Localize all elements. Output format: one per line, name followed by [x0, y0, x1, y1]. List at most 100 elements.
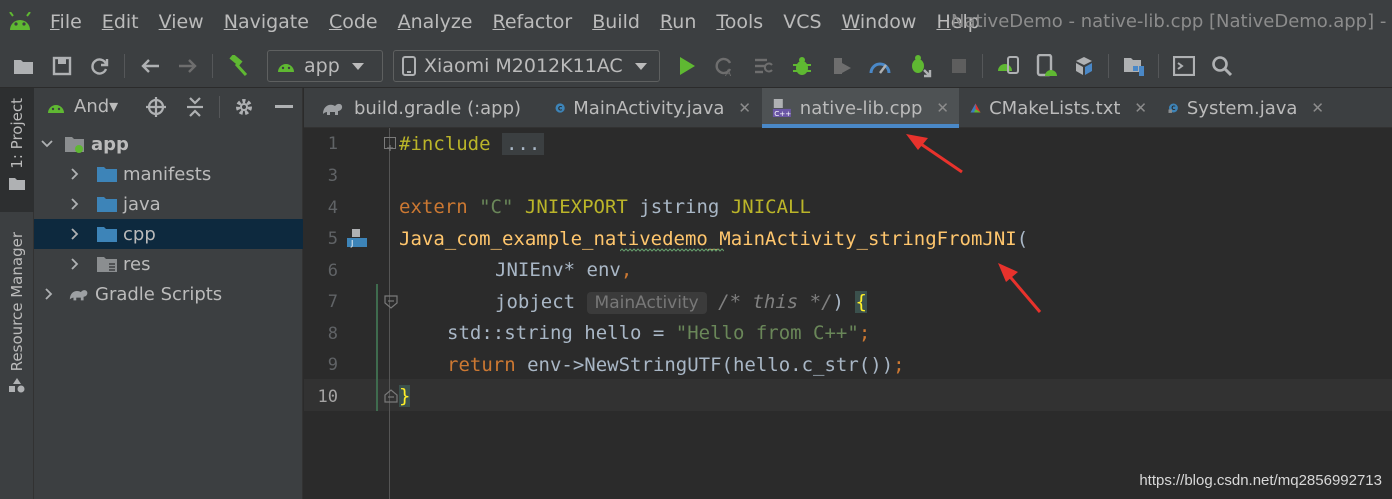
apply-code-changes-icon[interactable]: [752, 54, 776, 78]
project-structure-icon[interactable]: [1122, 54, 1146, 78]
minimize-icon[interactable]: [272, 95, 296, 119]
code-line-10: }: [399, 385, 411, 407]
menu-analyze[interactable]: Analyze: [388, 0, 483, 44]
chevron-down-icon: [634, 62, 647, 70]
tree-item-app[interactable]: app: [34, 129, 303, 159]
line-number: 1: [327, 134, 338, 154]
tab-native-lib-cpp[interactable]: C++ native-lib.cpp ✕: [762, 88, 959, 128]
collapse-all-icon[interactable]: [183, 95, 207, 119]
tree-item-java[interactable]: java: [34, 189, 303, 219]
close-icon[interactable]: ✕: [1134, 99, 1147, 117]
toolbar-separator: [982, 54, 983, 78]
menu-window[interactable]: Window: [832, 0, 927, 44]
tab-cmakelists[interactable]: CMakeLists.txt ✕: [960, 88, 1157, 128]
sync-icon[interactable]: [88, 54, 112, 78]
cmake-icon: [970, 103, 981, 113]
resource-manager-label: Resource Manager: [8, 232, 26, 372]
line-number: 9: [327, 355, 338, 375]
parameter-hint: MainActivity: [586, 292, 707, 314]
profile-icon[interactable]: [830, 54, 854, 78]
project-tool-tab[interactable]: 1: Project: [0, 88, 34, 212]
watermark-text: https://blog.csdn.net/mq2856992713: [1139, 472, 1382, 489]
toolbar-separator: [212, 54, 213, 78]
forward-arrow-icon[interactable]: [176, 54, 200, 78]
menu-tools[interactable]: Tools: [706, 0, 773, 44]
device-combo[interactable]: Xiaomi M2012K11AC: [393, 50, 660, 82]
menu-build[interactable]: Build: [582, 0, 650, 44]
folder-icon: [96, 224, 118, 244]
attach-debugger-icon[interactable]: [908, 54, 932, 78]
sdk-manager-icon[interactable]: [1072, 54, 1096, 78]
device-label: Xiaomi M2012K11AC: [424, 55, 623, 77]
jni-navigate-icon[interactable]: J: [346, 228, 368, 252]
avd-manager-icon[interactable]: [1034, 54, 1058, 78]
android-module-icon: [278, 64, 294, 72]
menu-refactor[interactable]: Refactor: [482, 0, 582, 44]
tree-item-label: manifests: [123, 163, 212, 185]
code-line-9: return env->NewStringUTF(hello.c_str());: [447, 354, 905, 376]
gear-icon[interactable]: [232, 95, 256, 119]
code-editor[interactable]: #include ... extern "C" JNIEXPORT jstrin…: [391, 128, 1392, 499]
tab-build-gradle[interactable]: build.gradle (:app): [310, 88, 560, 128]
chevron-down-icon: [351, 62, 364, 70]
editor-gutter: 1 3 4 5 6 7 8 9 10 J: [304, 128, 398, 499]
android-view-icon: [48, 105, 64, 113]
tree-item-manifests[interactable]: manifests: [34, 159, 303, 189]
toolbar-separator: [1108, 54, 1109, 78]
chevron-right-icon[interactable]: [68, 257, 82, 271]
code-line-1: #include ...: [399, 128, 545, 160]
editor-tab-bar: build.gradle (:app) C MainActivity.java …: [304, 88, 1392, 128]
debug-icon[interactable]: [790, 54, 814, 78]
typo-squiggle: [620, 248, 724, 252]
android-logo-icon: [0, 0, 40, 44]
close-icon[interactable]: ✕: [1311, 99, 1324, 117]
menu-run[interactable]: Run: [650, 0, 706, 44]
profiler-gauge-icon[interactable]: [868, 54, 892, 78]
close-icon[interactable]: ✕: [738, 99, 751, 117]
make-hammer-icon[interactable]: [226, 54, 250, 78]
line-number: 3: [327, 166, 338, 186]
save-icon[interactable]: [50, 54, 74, 78]
menu-vcs[interactable]: VCS: [773, 0, 831, 44]
run-config-combo[interactable]: app: [267, 50, 383, 82]
locate-icon[interactable]: [144, 95, 168, 119]
line-number: 10: [317, 387, 338, 407]
search-icon[interactable]: [1210, 54, 1234, 78]
menu-edit[interactable]: Edit: [92, 0, 149, 44]
tree-item-label: cpp: [123, 223, 156, 245]
chevron-right-icon[interactable]: [42, 287, 56, 301]
gradle-icon: [68, 284, 90, 304]
tree-item-res[interactable]: res: [34, 249, 303, 279]
chevron-right-icon[interactable]: [68, 227, 82, 241]
menu-view[interactable]: View: [149, 0, 214, 44]
apply-changes-icon[interactable]: A: [712, 54, 736, 78]
chevron-down-icon[interactable]: [40, 137, 54, 151]
back-arrow-icon[interactable]: [138, 54, 162, 78]
folder-icon: [96, 164, 118, 184]
open-folder-icon[interactable]: [12, 54, 36, 78]
tree-item-gradle-scripts[interactable]: Gradle Scripts: [34, 279, 303, 309]
terminal-icon[interactable]: [1172, 54, 1196, 78]
resource-manager-tab[interactable]: Resource Manager: [0, 226, 34, 406]
tree-item-cpp[interactable]: cpp: [34, 219, 303, 249]
change-marker: [376, 284, 378, 411]
menu-code[interactable]: Code: [319, 0, 388, 44]
tab-system-java[interactable]: C System.java ✕: [1158, 88, 1334, 128]
window-title: NativeDemo - native-lib.cpp [NativeDemo.…: [951, 11, 1392, 32]
run-icon[interactable]: [675, 54, 699, 78]
project-view-selector[interactable]: And▾: [74, 96, 118, 117]
line-number: 5: [327, 229, 338, 249]
folded-region[interactable]: ...: [501, 133, 545, 155]
tab-main-activity[interactable]: C MainActivity.java ✕: [545, 88, 761, 128]
device-manager-icon[interactable]: [996, 54, 1020, 78]
chevron-right-icon[interactable]: [68, 197, 82, 211]
menu-file[interactable]: File: [40, 0, 92, 44]
stop-icon[interactable]: [947, 54, 971, 78]
tree-item-label: res: [123, 253, 151, 275]
tab-label: System.java: [1186, 97, 1298, 119]
chevron-right-icon[interactable]: [68, 167, 82, 181]
close-icon[interactable]: ✕: [936, 99, 949, 117]
menu-navigate[interactable]: Navigate: [214, 0, 319, 44]
tree-item-label: Gradle Scripts: [95, 283, 223, 305]
class-icon: C: [1168, 103, 1178, 113]
